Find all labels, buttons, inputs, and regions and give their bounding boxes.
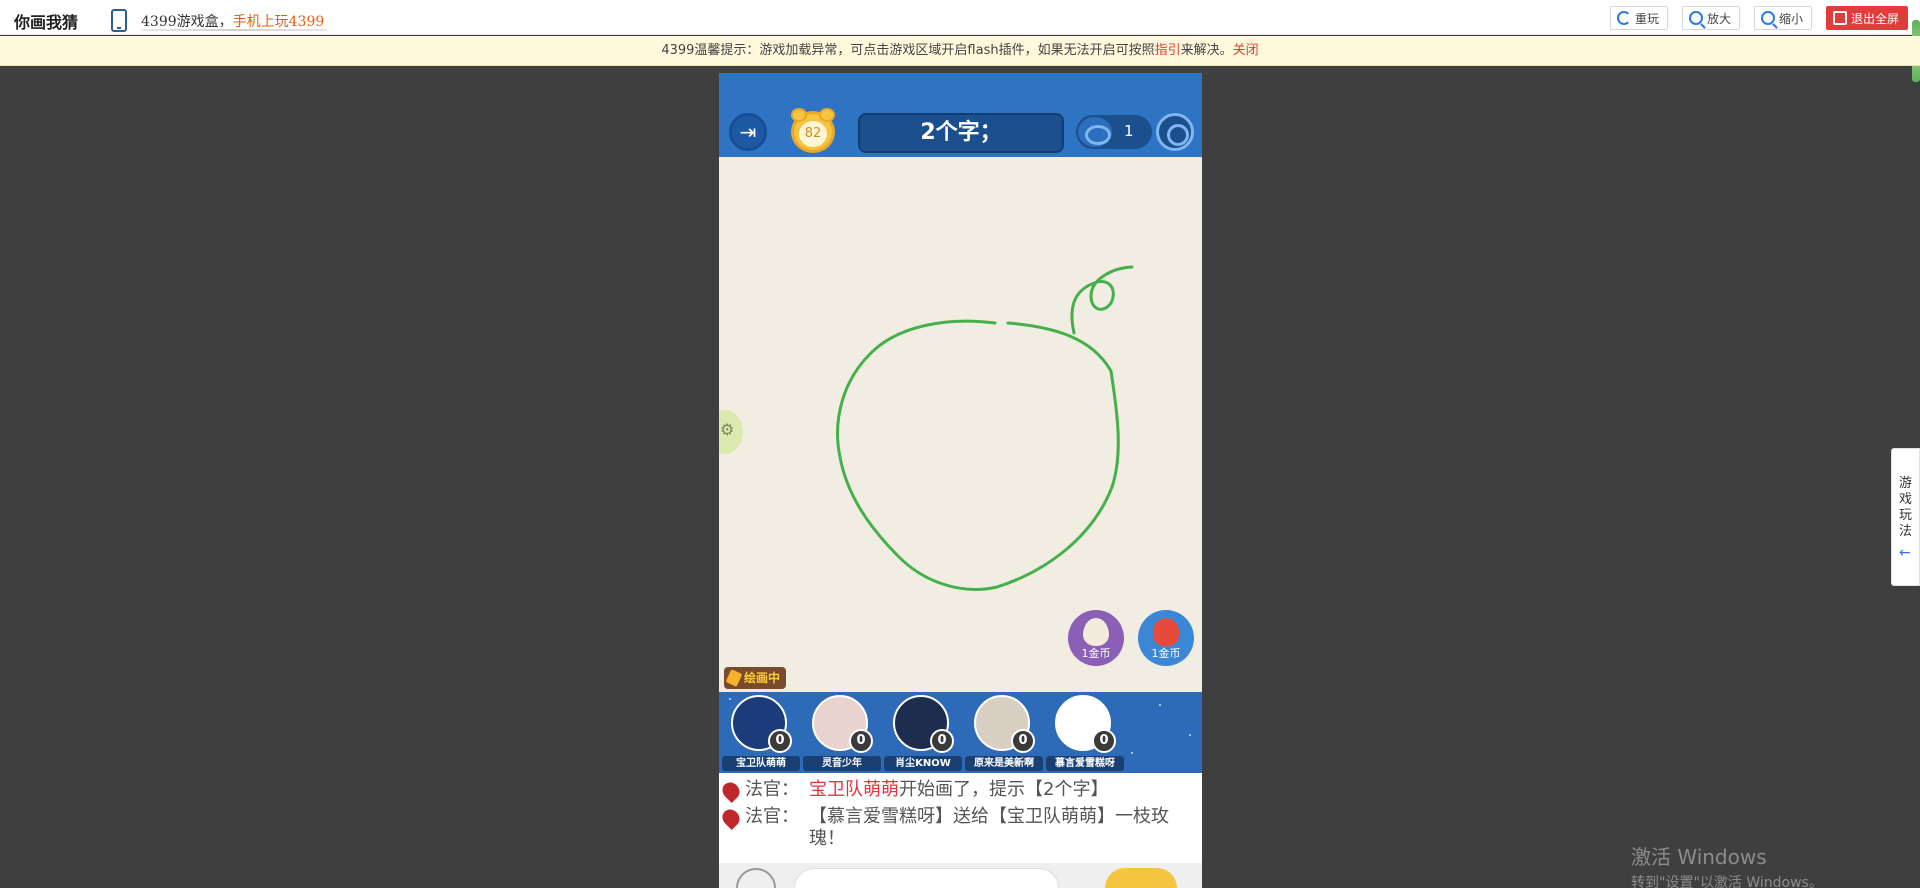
viewer-number: 1: [1124, 122, 1134, 140]
promo-text: 4399游戏盒，: [141, 14, 233, 30]
page-title: 你画我猜: [14, 13, 79, 32]
top-bar: 你画我猜 4399游戏盒，手机上玩4399 重玩 放大 缩小 退出全屏: [0, 0, 1920, 82]
judge-pin-icon: [719, 805, 744, 831]
zoom-out-label: 缩小: [1779, 11, 1804, 26]
watermark-title: 激活 Windows: [1631, 845, 1767, 869]
send-button[interactable]: [1105, 868, 1177, 888]
drawing-canvas[interactable]: [719, 157, 1202, 693]
arrow-left-icon: ←: [1899, 545, 1911, 561]
star-decoration: [1189, 734, 1191, 736]
chat-sender: 法官：: [745, 806, 799, 827]
notice-bar: 4399温馨提示：游戏加载异常，可点击游戏区域开启flash插件，如果无法开启可…: [0, 36, 1920, 66]
chat-body: 开始画了，提示【2个字】: [899, 779, 1109, 800]
notice-text: 4399温馨提示：游戏加载异常，可点击游戏区域开启flash插件，如果无法开启可…: [661, 43, 1155, 58]
stroke-apple-stem: [1070, 265, 1134, 335]
game-frame[interactable]: ⇥ 82 2个字； 1 1金币 1金币 绘画中 0 宝卫队萌萌: [719, 73, 1202, 888]
player-name: 原来是美新啊: [965, 756, 1043, 771]
notice-guide-link[interactable]: 指引: [1155, 43, 1181, 58]
zoom-in-icon: [1689, 11, 1703, 25]
viewer-count: 1: [1076, 115, 1152, 149]
drawing-strokes: [836, 265, 1134, 591]
chat-input-bar: [719, 863, 1202, 888]
settings-gear-icon[interactable]: [1156, 113, 1194, 151]
player-name: 宝卫队萌萌: [722, 756, 800, 771]
exit-room-button[interactable]: ⇥: [729, 113, 767, 151]
player-slot[interactable]: 0 原来是美新啊: [965, 695, 1043, 773]
phone-icon[interactable]: [111, 9, 127, 32]
promo-link[interactable]: 4399游戏盒，手机上玩4399: [141, 11, 324, 31]
alarm-clock-icon: 82: [791, 108, 835, 153]
game-header: ⇥ 82 2个字； 1: [719, 73, 1202, 157]
player-name: 灵音少年: [803, 756, 881, 771]
voice-button[interactable]: [736, 868, 776, 888]
rose-icon: [1153, 618, 1179, 646]
word-hint: 2个字；: [858, 113, 1064, 153]
replay-label: 重玩: [1635, 11, 1660, 26]
chat-sender: 法官：: [745, 779, 799, 800]
game-rules-label: 游戏玩法: [1899, 476, 1913, 539]
player-bar: 0 宝卫队萌萌 0 灵音少年 0 肖尘KNOW 0 原来是美新啊 0 慕言爱雪糕…: [719, 692, 1202, 773]
stroke-apple-body: [836, 319, 1120, 591]
player-score: 0: [768, 729, 792, 753]
player-slot[interactable]: 0 灵音少年: [803, 695, 881, 773]
zoom-in-button[interactable]: 放大: [1682, 6, 1741, 30]
chat-text: 宝卫队萌萌开始画了，提示【2个字】: [809, 779, 1199, 801]
gift-rose-button[interactable]: 1金币: [1138, 610, 1194, 666]
notice-close-link[interactable]: 关闭: [1233, 43, 1259, 58]
exit-fullscreen-label: 退出全屏: [1851, 11, 1900, 26]
player-name: 肖尘KNOW: [884, 756, 962, 771]
zoom-out-icon: [1761, 11, 1775, 25]
star-decoration: [729, 698, 731, 700]
watermark-subtitle: 转到"设置"以激活 Windows。: [1631, 875, 1823, 888]
game-rules-tab[interactable]: 游戏玩法 ←: [1891, 448, 1920, 586]
refresh-icon: [1617, 11, 1631, 25]
player-name: 慕言爱雪糕呀: [1046, 756, 1124, 771]
egg-icon: [1083, 618, 1109, 646]
judge-pin-icon: [719, 778, 744, 804]
drawing-status-badge: 绘画中: [724, 667, 787, 689]
player-score: 0: [1011, 729, 1035, 753]
player-slot[interactable]: 0 慕言爱雪糕呀: [1046, 695, 1124, 773]
timer-value: 82: [799, 121, 827, 147]
gift-egg-button[interactable]: 1金币: [1068, 610, 1124, 666]
exit-icon: [1833, 11, 1847, 25]
player-slot[interactable]: 0 宝卫队萌萌: [722, 695, 800, 773]
player-slot[interactable]: 0 肖尘KNOW: [884, 695, 962, 773]
chat-body: 【慕言爱雪糕呀】送给【宝卫队萌萌】一枝玫瑰！: [809, 806, 1169, 849]
player-score: 0: [930, 729, 954, 753]
player-score: 0: [1092, 729, 1116, 753]
replay-button[interactable]: 重玩: [1610, 6, 1669, 30]
chat-input[interactable]: [794, 868, 1059, 888]
chat-highlight: 宝卫队萌萌: [809, 779, 899, 800]
exit-fullscreen-button[interactable]: 退出全屏: [1826, 6, 1909, 30]
gift-egg-cost: 1金币: [1081, 647, 1111, 660]
zoom-out-button[interactable]: 缩小: [1754, 6, 1813, 30]
gift-rose-cost: 1金币: [1151, 647, 1181, 660]
star-decoration: [1159, 704, 1161, 706]
notice-text-end: 来解决。: [1180, 43, 1233, 58]
promo-underline: [141, 29, 327, 31]
zoom-in-label: 放大: [1707, 11, 1732, 26]
eye-icon: [1078, 117, 1112, 147]
player-score: 0: [849, 729, 873, 753]
promo-highlight: 手机上玩4399: [232, 14, 325, 30]
star-decoration: [1131, 752, 1133, 754]
chat-text: 【慕言爱雪糕呀】送给【宝卫队萌萌】一枝玫瑰！: [809, 806, 1199, 850]
windows-activation-watermark: 激活 Windows 转到"设置"以激活 Windows。: [1631, 841, 1823, 888]
chat-log: 法官： 宝卫队萌萌开始画了，提示【2个字】 法官： 【慕言爱雪糕呀】送给【宝卫队…: [719, 773, 1202, 863]
